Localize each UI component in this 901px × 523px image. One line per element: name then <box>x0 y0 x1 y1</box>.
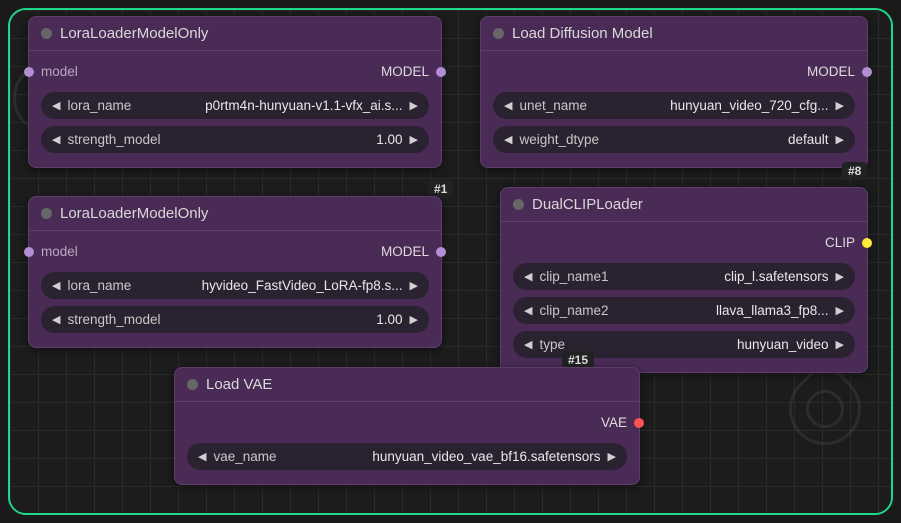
chevron-right-icon[interactable]: ▶ <box>833 270 847 283</box>
node-load-diffusion[interactable]: Load Diffusion Model MODEL ◀ unet_name h… <box>480 16 868 168</box>
input-port-model[interactable] <box>24 67 34 77</box>
clip-name1-widget[interactable]: ◀ clip_name1 clip_l.safetensors ▶ <box>513 263 855 290</box>
chevron-left-icon[interactable]: ◀ <box>195 450 209 463</box>
widget-value: clip_l.safetensors <box>724 269 828 284</box>
node-title: LoraLoaderModelOnly <box>60 25 208 42</box>
widget-value: llava_llama3_fp8... <box>716 303 829 318</box>
widget-value: hunyuan_video_vae_bf16.safetensors <box>372 449 600 464</box>
collapse-icon[interactable] <box>41 208 52 219</box>
node-id-badge: #8 <box>842 162 867 180</box>
lora-name-widget[interactable]: ◀ lora_name p0rtm4n-hunyuan-v1.1-vfx_ai.… <box>41 92 429 119</box>
widget-value: hunyuan_video_720_cfg... <box>670 98 828 113</box>
output-label: MODEL <box>807 64 855 79</box>
collapse-icon[interactable] <box>513 199 524 210</box>
chevron-left-icon[interactable]: ◀ <box>521 270 535 283</box>
node-lora-loader-2[interactable]: LoraLoaderModelOnly model MODEL ◀ lora_n… <box>28 196 442 348</box>
chevron-right-icon[interactable]: ▶ <box>833 99 847 112</box>
chevron-left-icon[interactable]: ◀ <box>49 313 63 326</box>
output-port-clip[interactable] <box>862 238 872 248</box>
output-port-model[interactable] <box>862 67 872 77</box>
strength-widget[interactable]: ◀ strength_model 1.00 ▶ <box>41 126 429 153</box>
lora-name-widget[interactable]: ◀ lora_name hyvideo_FastVideo_LoRA-fp8.s… <box>41 272 429 299</box>
chevron-left-icon[interactable]: ◀ <box>49 133 63 146</box>
node-load-vae[interactable]: Load VAE VAE ◀ vae_name hunyuan_video_va… <box>174 367 640 485</box>
chevron-right-icon[interactable]: ▶ <box>407 313 421 326</box>
chevron-left-icon[interactable]: ◀ <box>521 304 535 317</box>
widget-value: default <box>788 132 829 147</box>
collapse-icon[interactable] <box>187 379 198 390</box>
chevron-left-icon[interactable]: ◀ <box>521 338 535 351</box>
chevron-right-icon[interactable]: ▶ <box>407 99 421 112</box>
clip-name2-widget[interactable]: ◀ clip_name2 llava_llama3_fp8... ▶ <box>513 297 855 324</box>
chevron-right-icon[interactable]: ▶ <box>833 338 847 351</box>
output-port-vae[interactable] <box>634 418 644 428</box>
widget-label: vae_name <box>213 449 276 464</box>
widget-label: type <box>539 337 565 352</box>
widget-label: lora_name <box>67 98 131 113</box>
vae-name-widget[interactable]: ◀ vae_name hunyuan_video_vae_bf16.safete… <box>187 443 627 470</box>
widget-value: p0rtm4n-hunyuan-v1.1-vfx_ai.s... <box>205 98 402 113</box>
chevron-left-icon[interactable]: ◀ <box>501 133 515 146</box>
collapse-icon[interactable] <box>41 28 52 39</box>
node-lora-loader-1[interactable]: LoraLoaderModelOnly model MODEL ◀ lora_n… <box>28 16 442 168</box>
widget-label: strength_model <box>67 132 160 147</box>
widget-value: 1.00 <box>376 312 402 327</box>
input-label: model <box>41 64 78 79</box>
output-port-model[interactable] <box>436 67 446 77</box>
node-title: LoraLoaderModelOnly <box>60 205 208 222</box>
chevron-left-icon[interactable]: ◀ <box>49 279 63 292</box>
widget-label: unet_name <box>519 98 587 113</box>
input-label: model <box>41 244 78 259</box>
chevron-right-icon[interactable]: ▶ <box>833 304 847 317</box>
collapse-icon[interactable] <box>493 28 504 39</box>
output-label: MODEL <box>381 244 429 259</box>
weight-dtype-widget[interactable]: ◀ weight_dtype default ▶ <box>493 126 855 153</box>
output-label: MODEL <box>381 64 429 79</box>
widget-label: clip_name2 <box>539 303 608 318</box>
unet-name-widget[interactable]: ◀ unet_name hunyuan_video_720_cfg... ▶ <box>493 92 855 119</box>
node-dual-clip-loader[interactable]: DualCLIPLoader CLIP ◀ clip_name1 clip_l.… <box>500 187 868 373</box>
widget-label: lora_name <box>67 278 131 293</box>
widget-value: hunyuan_video <box>737 337 829 352</box>
widget-label: clip_name1 <box>539 269 608 284</box>
chevron-right-icon[interactable]: ▶ <box>605 450 619 463</box>
input-port-model[interactable] <box>24 247 34 257</box>
chevron-left-icon[interactable]: ◀ <box>501 99 515 112</box>
widget-value: hyvideo_FastVideo_LoRA-fp8.s... <box>202 278 403 293</box>
chevron-right-icon[interactable]: ▶ <box>407 133 421 146</box>
output-port-model[interactable] <box>436 247 446 257</box>
strength-widget[interactable]: ◀ strength_model 1.00 ▶ <box>41 306 429 333</box>
output-label: VAE <box>601 415 627 430</box>
chevron-right-icon[interactable]: ▶ <box>833 133 847 146</box>
chevron-left-icon[interactable]: ◀ <box>49 99 63 112</box>
chevron-right-icon[interactable]: ▶ <box>407 279 421 292</box>
widget-value: 1.00 <box>376 132 402 147</box>
widget-label: weight_dtype <box>519 132 599 147</box>
node-title: DualCLIPLoader <box>532 196 643 213</box>
node-title: Load VAE <box>206 376 272 393</box>
node-title: Load Diffusion Model <box>512 25 653 42</box>
output-label: CLIP <box>825 235 855 250</box>
widget-label: strength_model <box>67 312 160 327</box>
